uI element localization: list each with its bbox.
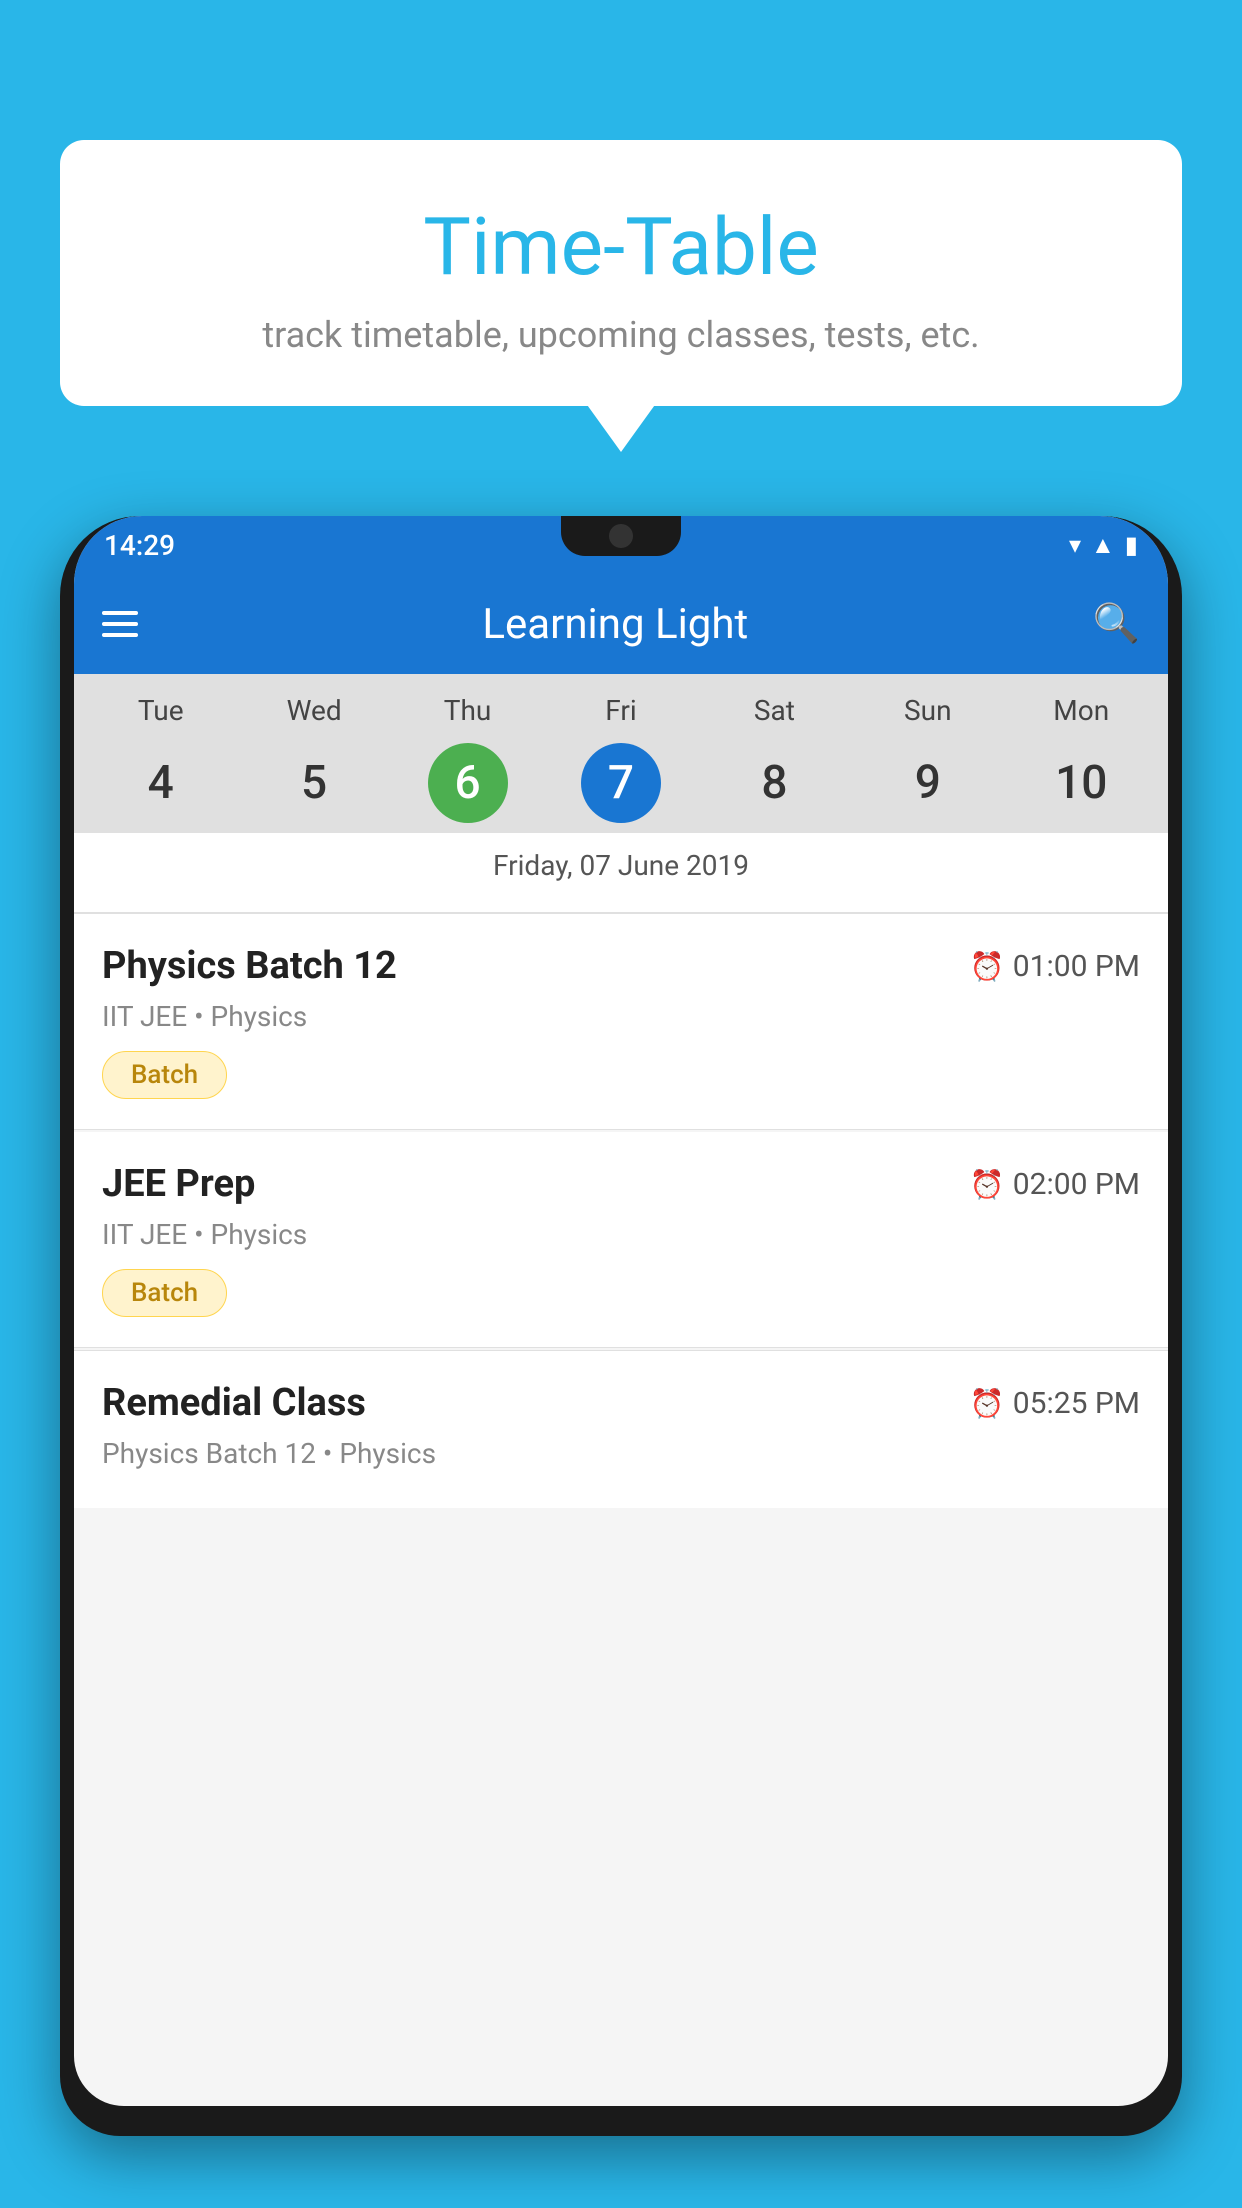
event-title: JEE Prep	[102, 1162, 255, 1206]
event-time: ⏰05:25 PM	[970, 1386, 1140, 1421]
event-time-text: 01:00 PM	[1013, 949, 1140, 984]
event-meta: IIT JEE • Physics	[102, 1218, 1140, 1251]
event-time: ⏰02:00 PM	[970, 1167, 1140, 1202]
day-name: Sat	[754, 694, 795, 727]
day-col-thu[interactable]: Thu 6	[403, 694, 533, 823]
event-title: Physics Batch 12	[102, 944, 397, 988]
day-number[interactable]: 9	[888, 743, 968, 823]
clock-icon: ⏰	[970, 950, 1005, 983]
event-meta: Physics Batch 12 • Physics	[102, 1437, 1140, 1470]
event-time-text: 05:25 PM	[1013, 1386, 1140, 1421]
day-col-mon[interactable]: Mon 10	[1016, 694, 1146, 823]
day-name: Wed	[287, 694, 342, 727]
event-meta: IIT JEE • Physics	[102, 1000, 1140, 1033]
phone-screen: 14:29 ▾ ▲ ▮ Learning Light 🔍	[74, 516, 1168, 2106]
battery-icon: ▮	[1125, 531, 1138, 559]
selected-date-label: Friday, 07 June 2019	[74, 833, 1168, 902]
event-header: JEE Prep ⏰02:00 PM	[102, 1162, 1140, 1206]
day-name: Mon	[1053, 694, 1109, 727]
day-name: Sun	[904, 694, 952, 727]
app-bar: Learning Light 🔍	[74, 574, 1168, 674]
bubble-subtitle: track timetable, upcoming classes, tests…	[100, 314, 1142, 356]
day-name: Tue	[138, 694, 184, 727]
day-number[interactable]: 7	[581, 743, 661, 823]
speech-bubble-container: Time-Table track timetable, upcoming cla…	[60, 140, 1182, 406]
day-name: Thu	[444, 694, 492, 727]
event-card[interactable]: Remedial Class ⏰05:25 PM Physics Batch 12 …	[74, 1350, 1168, 1508]
day-col-wed[interactable]: Wed 5	[249, 694, 379, 823]
day-col-tue[interactable]: Tue 4	[96, 694, 226, 823]
day-number[interactable]: 6	[428, 743, 508, 823]
phone-camera	[609, 524, 633, 548]
wifi-icon: ▾	[1069, 531, 1081, 559]
event-time: ⏰01:00 PM	[970, 949, 1140, 984]
speech-bubble: Time-Table track timetable, upcoming cla…	[60, 140, 1182, 406]
status-icons: ▾ ▲ ▮	[1069, 531, 1138, 560]
app-title: Learning Light	[162, 600, 1069, 649]
clock-icon: ⏰	[970, 1387, 1005, 1420]
signal-icon: ▲	[1091, 531, 1115, 560]
event-header: Physics Batch 12 ⏰01:00 PM	[102, 944, 1140, 988]
event-title: Remedial Class	[102, 1381, 366, 1425]
events-container: Physics Batch 12⏰01:00 PMIIT JEE • Physi…	[74, 914, 1168, 1508]
clock-icon: ⏰	[970, 1168, 1005, 1201]
batch-badge: Batch	[102, 1269, 227, 1317]
day-col-fri[interactable]: Fri 7	[556, 694, 686, 823]
event-time-text: 02:00 PM	[1013, 1167, 1140, 1202]
hamburger-icon[interactable]	[102, 611, 138, 637]
day-number[interactable]: 4	[121, 743, 201, 823]
batch-badge: Batch	[102, 1051, 227, 1099]
day-number[interactable]: 10	[1041, 743, 1121, 823]
day-number[interactable]: 8	[734, 743, 814, 823]
days-row: Tue 4 Wed 5 Thu 6 Fri 7 Sat 8 Sun 9 Mon 10	[74, 674, 1168, 833]
event-header: Remedial Class ⏰05:25 PM	[102, 1381, 1140, 1425]
day-name: Fri	[605, 694, 636, 727]
phone-frame: 14:29 ▾ ▲ ▮ Learning Light 🔍	[60, 500, 1182, 2208]
bubble-title: Time-Table	[100, 200, 1142, 294]
day-number[interactable]: 5	[274, 743, 354, 823]
status-time: 14:29	[104, 529, 175, 562]
search-icon[interactable]: 🔍	[1093, 602, 1140, 646]
day-col-sun[interactable]: Sun 9	[863, 694, 993, 823]
calendar-strip: Tue 4 Wed 5 Thu 6 Fri 7 Sat 8 Sun 9 Mon 10 Friday, 07…	[74, 674, 1168, 912]
day-col-sat[interactable]: Sat 8	[709, 694, 839, 823]
phone-notch	[561, 516, 681, 556]
phone-outer: 14:29 ▾ ▲ ▮ Learning Light 🔍	[60, 516, 1182, 2136]
event-card[interactable]: JEE Prep ⏰02:00 PM IIT JEE • Physics Batch	[74, 1132, 1168, 1348]
event-card[interactable]: Physics Batch 12 ⏰01:00 PM IIT JEE • Physi…	[74, 914, 1168, 1130]
